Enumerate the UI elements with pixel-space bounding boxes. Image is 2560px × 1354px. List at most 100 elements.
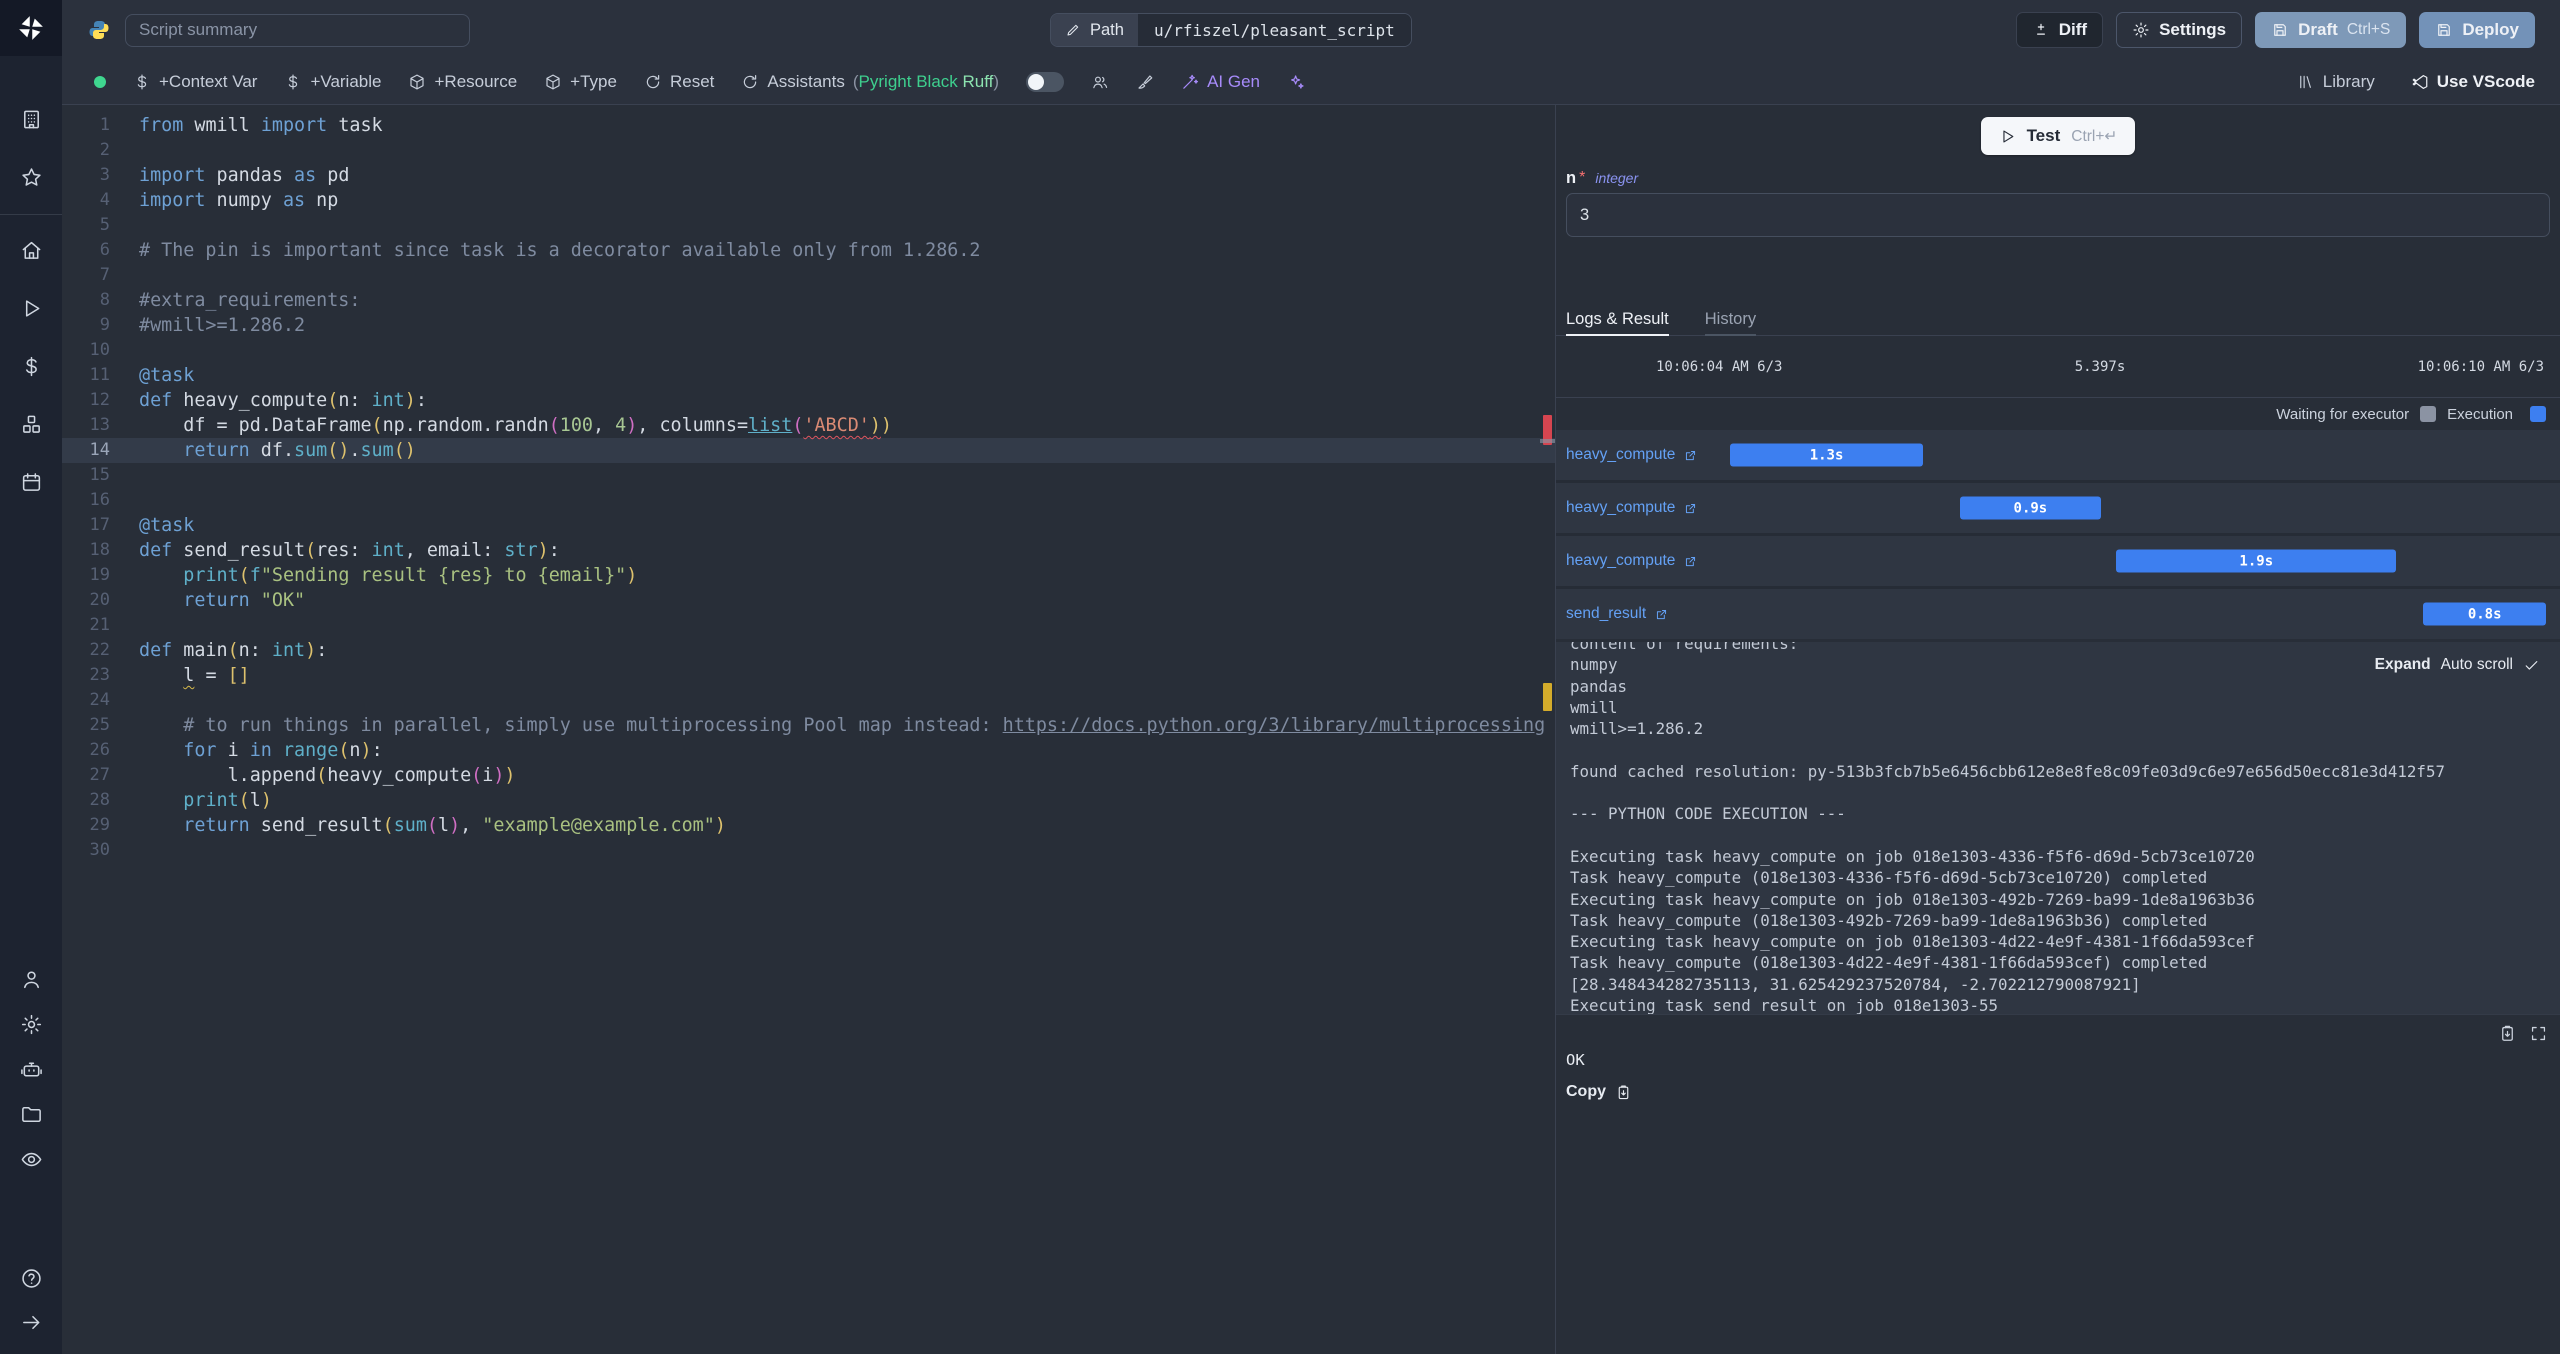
deploy-button[interactable]: Deploy xyxy=(2419,12,2535,48)
code-line[interactable]: 15 xyxy=(62,463,1555,488)
code-token: import xyxy=(139,190,206,211)
windmill-logo[interactable] xyxy=(0,0,62,56)
code-line[interactable]: 9 #wmill>=1.286.2 xyxy=(62,313,1555,338)
format-button[interactable] xyxy=(1136,73,1154,91)
use-vscode-button[interactable]: Use VScode xyxy=(2411,72,2535,92)
code-line[interactable]: 28 print(l) xyxy=(62,788,1555,813)
code-line[interactable]: 12 def heavy_compute(n: int): xyxy=(62,388,1555,413)
code-line[interactable]: 2 xyxy=(62,138,1555,163)
code-line[interactable]: 18 def send_result(res: int, email: str): xyxy=(62,538,1555,563)
code-line[interactable]: 1 from wmill import task xyxy=(62,113,1555,138)
code-line[interactable]: 20 return "OK" xyxy=(62,588,1555,613)
code-line[interactable]: 25 # to run things in parallel, simply u… xyxy=(62,713,1555,738)
code-token: ( xyxy=(316,765,328,786)
code-line[interactable]: 22 def main(n: int): xyxy=(62,638,1555,663)
sidebar-item-gear[interactable] xyxy=(0,1002,62,1047)
code-line[interactable]: 10 xyxy=(62,338,1555,363)
code-line[interactable]: 27 l.append(heavy_compute(i)) xyxy=(62,763,1555,788)
expand-logs-button[interactable]: Expand xyxy=(2375,656,2431,674)
pencil-icon xyxy=(1065,22,1081,38)
code-line[interactable]: 7 xyxy=(62,263,1555,288)
diff-button[interactable]: Diff xyxy=(2015,12,2104,48)
add-variable-button[interactable]: +Variable xyxy=(284,72,381,92)
code-line[interactable]: 5 xyxy=(62,213,1555,238)
library-button[interactable]: Library xyxy=(2297,72,2375,92)
tab-logs-result[interactable]: Logs & Result xyxy=(1566,304,1669,336)
tab-history[interactable]: History xyxy=(1704,304,1757,336)
execution-bar[interactable]: 0.8s xyxy=(2423,602,2546,626)
copy-result-icon[interactable] xyxy=(2498,1024,2517,1043)
code-line[interactable]: 21 xyxy=(62,613,1555,638)
multiplayer-button[interactable] xyxy=(1091,73,1109,91)
copy-button[interactable]: Copy xyxy=(1566,1083,1632,1101)
task-link-send_result[interactable]: send_result xyxy=(1566,605,1669,623)
sidebar-item-help[interactable] xyxy=(0,1256,62,1300)
autoscroll-label[interactable]: Auto scroll xyxy=(2441,656,2513,674)
settings-button[interactable]: Settings xyxy=(2116,12,2243,48)
add-type-button[interactable]: +Type xyxy=(544,72,617,92)
code-line[interactable]: 8 #extra_requirements: xyxy=(62,288,1555,313)
sidebar-item-arrow-right[interactable] xyxy=(0,1300,62,1344)
execution-bar[interactable]: 0.9s xyxy=(1959,496,2102,520)
arg-n-input[interactable] xyxy=(1566,193,2550,237)
vscode-icon xyxy=(2411,73,2429,91)
sidebar-item-home[interactable] xyxy=(0,221,62,279)
sidebar-item-cubes[interactable] xyxy=(0,395,62,453)
sidebar-item-building[interactable] xyxy=(0,90,62,148)
code-line[interactable]: 17 @task xyxy=(62,513,1555,538)
code-line[interactable]: 11 @task xyxy=(62,363,1555,388)
save-draft-button[interactable]: Draft Ctrl+S xyxy=(2255,12,2407,48)
task-link-heavy_compute[interactable]: heavy_compute xyxy=(1566,552,1698,570)
execution-bar[interactable]: 1.9s xyxy=(2116,549,2397,573)
code-text: #wmill>=1.286.2 xyxy=(139,313,305,338)
code-token: , xyxy=(460,815,483,836)
add-context-var-button[interactable]: +Context Var xyxy=(133,72,257,92)
code-token: str xyxy=(504,540,538,561)
code-line[interactable]: 30 xyxy=(62,838,1555,863)
sidebar-item-folder[interactable] xyxy=(0,1092,62,1137)
code-token: 'ABCD' xyxy=(803,415,870,436)
sidebar-item-star[interactable] xyxy=(0,148,62,206)
code-line[interactable]: 3 import pandas as pd xyxy=(62,163,1555,188)
sidebar-item-user[interactable] xyxy=(0,957,62,1002)
code-line[interactable]: 23 l = [] xyxy=(62,663,1555,688)
logs-viewer[interactable]: content of requirements: numpy pandas wmill… xyxy=(1556,642,2560,1014)
eye-icon xyxy=(20,1148,43,1171)
path-chip[interactable]: Path u/rfiszel/pleasant_script xyxy=(1050,13,1412,47)
code-token: = xyxy=(194,665,228,686)
code-text: return "OK" xyxy=(139,588,305,613)
assistant-toggle[interactable] xyxy=(1026,72,1065,92)
code-token: ) xyxy=(404,390,416,411)
code-line[interactable]: 24 xyxy=(62,688,1555,713)
code-editor[interactable]: 1 from wmill import task 2 3 import pandas a… xyxy=(62,105,1555,1354)
reset-button[interactable]: Reset xyxy=(644,72,714,92)
code-line[interactable]: 16 xyxy=(62,488,1555,513)
code-line[interactable]: 19 print(f"Sending result {res} to {emai… xyxy=(62,563,1555,588)
ai-gen-button[interactable]: AI Gen xyxy=(1181,72,1260,92)
path-edit[interactable]: Path xyxy=(1051,14,1138,46)
code-line[interactable]: 13 df = pd.DataFrame(np.random.randn(100… xyxy=(62,413,1555,438)
code-line[interactable]: 29 return send_result(sum(l), "example@e… xyxy=(62,813,1555,838)
assistants-label: Assistants xyxy=(767,72,845,91)
add-resource-button[interactable]: +Resource xyxy=(408,72,517,92)
execution-bar[interactable]: 1.3s xyxy=(1729,443,1924,467)
ai-sparkles-button[interactable] xyxy=(1287,73,1305,91)
task-link-heavy_compute[interactable]: heavy_compute xyxy=(1566,446,1698,464)
code-line[interactable]: 6 # The pin is important since task is a … xyxy=(62,238,1555,263)
code-line[interactable]: 4 import numpy as np xyxy=(62,188,1555,213)
assistants-button[interactable]: Assistants (Pyright Black Ruff) xyxy=(741,72,999,92)
script-summary-input[interactable] xyxy=(125,13,470,47)
sidebar-item-eye[interactable] xyxy=(0,1137,62,1182)
task-link-heavy_compute[interactable]: heavy_compute xyxy=(1566,499,1698,517)
code-token: https://docs.python.org/3/library/multip… xyxy=(1002,715,1546,736)
code-token: heavy_compute xyxy=(172,390,328,411)
sidebar-item-robot[interactable] xyxy=(0,1047,62,1092)
code-line[interactable]: 14 return df.sum().sum() xyxy=(62,438,1555,463)
code-token: [] xyxy=(227,665,250,686)
sidebar-item-calendar[interactable] xyxy=(0,453,62,511)
code-line[interactable]: 26 for i in range(n): xyxy=(62,738,1555,763)
sidebar-item-play[interactable] xyxy=(0,279,62,337)
test-button[interactable]: Test Ctrl+↵ xyxy=(1980,117,2136,155)
sidebar-item-dollar[interactable] xyxy=(0,337,62,395)
expand-result-icon[interactable] xyxy=(2529,1024,2548,1043)
